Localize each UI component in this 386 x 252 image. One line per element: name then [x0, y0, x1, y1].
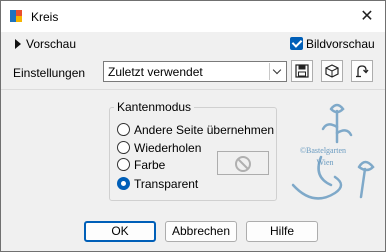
preset-combobox-value: Zuletzt verwendet	[108, 65, 203, 79]
manage-presets-button[interactable]	[321, 60, 343, 82]
preview-row: Vorschau Bildvorschau	[1, 32, 385, 56]
image-preview-label[interactable]: Bildvorschau	[306, 37, 375, 51]
window-title: Kreis	[31, 10, 59, 24]
ok-button[interactable]: OK	[84, 221, 156, 242]
radio-repeat-label[interactable]: Wiederholen	[134, 141, 201, 155]
watermark-line2: Wien	[316, 158, 333, 167]
settings-row: Einstellungen Zuletzt verwendet	[1, 58, 385, 86]
reset-icon	[356, 65, 369, 78]
chevron-down-icon[interactable]	[269, 63, 285, 80]
reset-defaults-button[interactable]	[351, 60, 373, 82]
preview-toggle[interactable]: Vorschau	[26, 37, 76, 51]
radio-transparent[interactable]	[117, 177, 130, 190]
radio-color-label[interactable]: Farbe	[134, 158, 165, 172]
radio-transparent-label[interactable]: Transparent	[134, 177, 198, 191]
cube-icon	[325, 64, 339, 78]
app-logo-icon	[10, 10, 22, 22]
image-preview-checkbox[interactable]	[290, 37, 303, 50]
radio-wrap-around-label[interactable]: Andere Seite übernehmen	[134, 123, 274, 137]
settings-label: Einstellungen	[13, 66, 86, 80]
save-icon	[295, 64, 309, 78]
separator	[1, 89, 385, 90]
title-bar: Kreis ✕	[1, 1, 385, 32]
cancel-button[interactable]: Abbrechen	[165, 221, 237, 242]
chevron-right-icon[interactable]	[15, 39, 21, 49]
radio-color[interactable]	[117, 158, 130, 171]
dialog-window: Kreis ✕ Vorschau Bildvorschau Einstellun…	[0, 0, 386, 252]
disabled-icon	[235, 156, 251, 172]
radio-repeat[interactable]	[117, 141, 130, 154]
watermark-line1: ©Bastelgarten	[300, 146, 346, 155]
radio-wrap-around[interactable]	[117, 123, 130, 136]
close-button[interactable]: ✕	[357, 7, 377, 27]
watermark-logo: ©Bastelgarten Wien	[291, 103, 375, 200]
help-button[interactable]: Hilfe	[246, 221, 318, 242]
preset-combobox[interactable]: Zuletzt verwendet	[103, 61, 287, 82]
save-preset-button[interactable]	[291, 60, 313, 82]
edge-mode-group-title: Kantenmodus	[114, 100, 195, 114]
edge-color-swatch[interactable]	[217, 151, 269, 175]
